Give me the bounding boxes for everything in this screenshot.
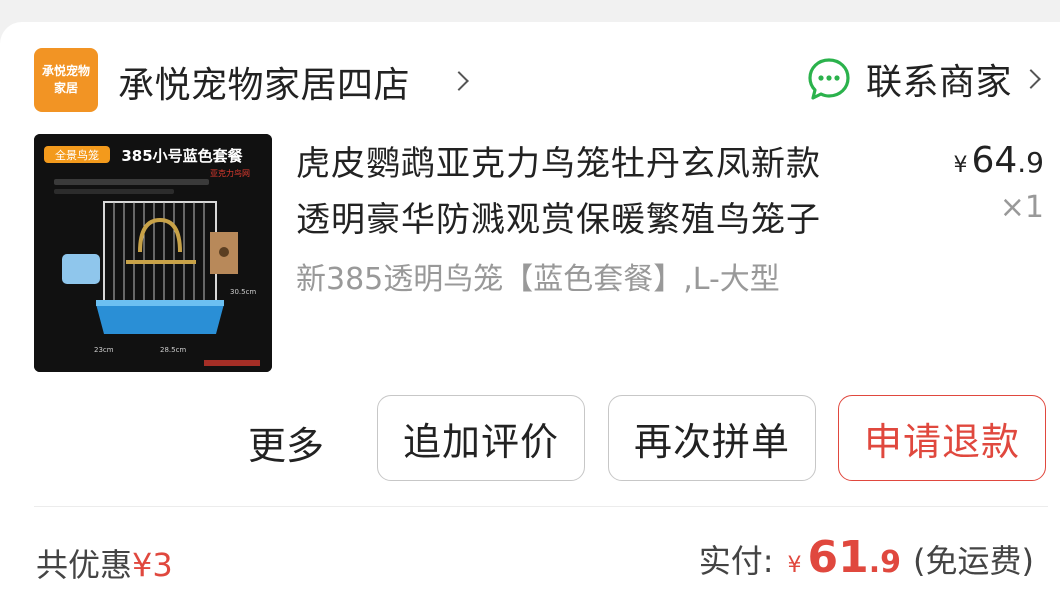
price-currency: ¥ <box>953 153 968 178</box>
paid-label: 实付: <box>698 542 774 580</box>
shipping-note: (免运费) <box>913 542 1034 580</box>
product-title-line-1: 虎皮鹦鹉亚克力鸟笼牡丹玄凤新款 <box>296 144 821 184</box>
order-card: 承悦宠物 家居 承悦宠物家居四店 联系商家 全景鸟笼 385小号蓝色套餐 亚克力… <box>0 22 1060 616</box>
add-review-button[interactable]: 追加评价 <box>377 395 585 481</box>
product-title-line-2: 透明豪华防溅观赏保暖繁殖鸟笼子 <box>296 200 821 240</box>
product-sku: 新385透明鸟笼【蓝色套餐】,L-大型 <box>296 262 780 297</box>
shop-logo: 承悦宠物 家居 <box>34 48 98 112</box>
image-dim-height: 30.5cm <box>230 288 256 296</box>
image-badge: 全景鸟笼 <box>55 148 99 162</box>
item-price: ¥64.9 <box>953 140 1044 181</box>
bird-cage-image: 全景鸟笼 385小号蓝色套餐 亚克力鸟网 30.5cm 23cm 28.5cm <box>34 134 272 372</box>
price-decimal: .9 <box>1017 146 1044 179</box>
request-refund-button[interactable]: 申请退款 <box>838 395 1046 481</box>
price-integer: 64 <box>971 140 1018 181</box>
product-title[interactable]: 虎皮鹦鹉亚克力鸟笼牡丹玄凤新款 透明豪华防溅观赏保暖繁殖鸟笼子 <box>296 136 916 248</box>
image-dim-width: 28.5cm <box>160 346 186 354</box>
discount-label: 共优惠 <box>36 546 133 584</box>
shop-logo-text-2: 家居 <box>53 81 78 95</box>
chevron-right-icon <box>1021 69 1041 89</box>
image-subheading: 亚克力鸟网 <box>210 168 250 178</box>
discount-amount: ¥3 <box>132 546 173 584</box>
image-heading: 385小号蓝色套餐 <box>121 147 243 165</box>
chat-bubble-icon <box>808 58 850 100</box>
shop-name[interactable]: 承悦宠物家居四店 <box>118 56 410 108</box>
shop-logo-text-1: 承悦宠物 <box>41 64 90 78</box>
divider <box>34 506 1048 507</box>
contact-seller-button[interactable]: 联系商家 <box>806 55 1060 103</box>
contact-seller-label: 联系商家 <box>865 62 1012 103</box>
buy-again-button[interactable]: 再次拼单 <box>608 395 816 481</box>
item-quantity: ×1 <box>999 190 1044 225</box>
image-dim-depth: 23cm <box>94 346 114 354</box>
paid-integer: 61 <box>807 532 869 583</box>
discount-summary: 共优惠¥3 <box>36 540 173 586</box>
paid-currency: ¥ <box>787 553 802 578</box>
more-button[interactable]: 更多 <box>248 415 324 470</box>
shop-header[interactable]: 承悦宠物 家居 承悦宠物家居四店 联系商家 <box>0 22 1060 130</box>
product-image[interactable]: 全景鸟笼 385小号蓝色套餐 亚克力鸟网 30.5cm 23cm 28.5cm <box>34 134 272 372</box>
paid-decimal: .9 <box>868 545 902 580</box>
paid-summary: 实付: ¥ 61 .9 (免运费) <box>699 532 1034 583</box>
chevron-right-icon[interactable] <box>449 71 469 91</box>
